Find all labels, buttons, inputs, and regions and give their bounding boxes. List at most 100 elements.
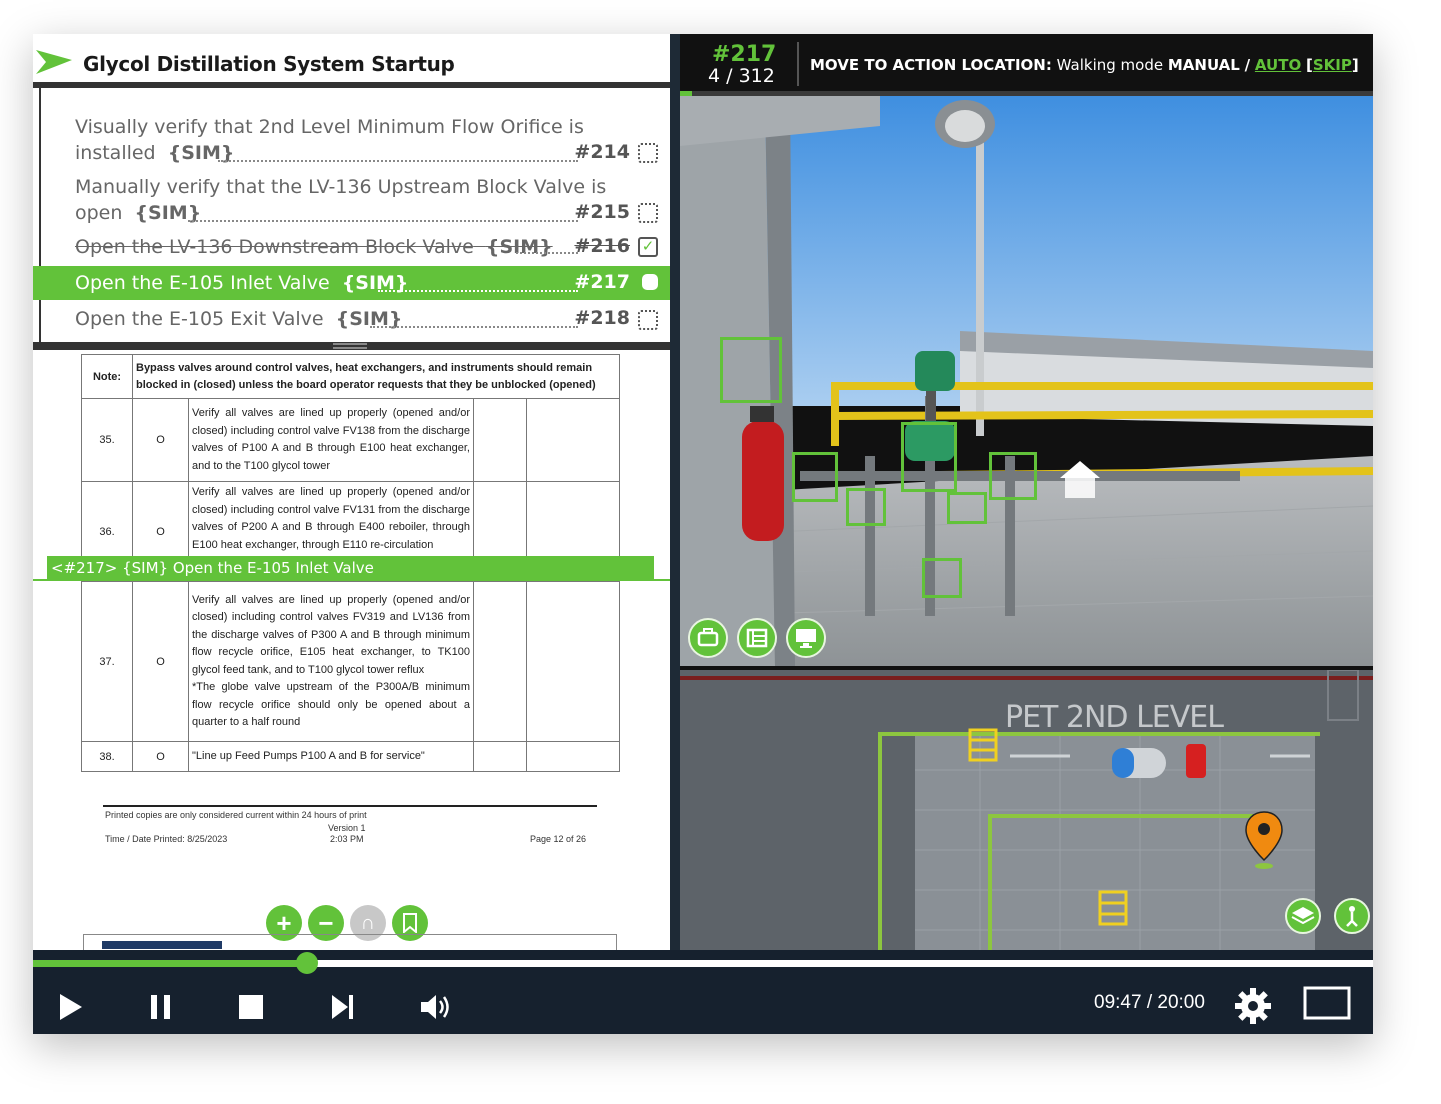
row-blank <box>526 581 620 742</box>
step-item-218[interactable]: Open the E-105 Exit Valve {SIM} #218 <box>33 302 670 336</box>
manual-mode-button[interactable]: MANUAL <box>1168 56 1240 74</box>
seek-handle[interactable] <box>296 952 318 974</box>
table-row: 37. O Verify all valves are lined up pro… <box>81 581 620 742</box>
row-mark: O <box>132 581 189 742</box>
row-text: "Line up Feed Pumps P100 A and B for ser… <box>188 741 474 772</box>
volume-icon[interactable] <box>419 992 453 1022</box>
stop-icon[interactable] <box>237 992 265 1022</box>
play-icon[interactable] <box>57 992 85 1022</box>
step-text-cont: open <box>75 202 123 224</box>
hotspot-control-valve[interactable] <box>901 422 957 492</box>
step-sim-tag: {SIM} <box>485 236 553 258</box>
row-blank <box>526 398 620 482</box>
auto-mode-link[interactable]: AUTO <box>1255 56 1301 74</box>
hotspot-valve[interactable] <box>947 492 987 524</box>
row-text-main: Verify all valves are lined up properly … <box>192 593 470 676</box>
fullscreen-icon[interactable] <box>1303 986 1351 1020</box>
row-number: 37. <box>81 581 133 742</box>
procedure-titlebar: Glycol Distillation System Startup <box>33 38 670 82</box>
list-icon <box>746 628 768 648</box>
row-mark: O <box>132 741 189 772</box>
checked-icon[interactable]: ✓ <box>638 237 658 257</box>
step-number: #214 <box>574 141 630 163</box>
procedure-panel: Glycol Distillation System Startup Visua… <box>33 34 670 950</box>
list-button[interactable] <box>737 618 777 658</box>
row-blank <box>473 581 527 742</box>
table-row: 35. O Verify all valves are lined up pro… <box>81 398 620 482</box>
step-leader-dots <box>193 86 600 88</box>
procedure-document[interactable]: Note: Bypass valves around control valve… <box>33 350 670 950</box>
hotspot-instrument[interactable] <box>720 337 782 403</box>
simulation-header: #217 4 / 312 MOVE TO ACTION LOCATION: Wa… <box>680 34 1373 92</box>
minimap[interactable]: PET 2ND LEVEL <box>680 670 1373 950</box>
row-blank <box>526 741 620 772</box>
step-checkbox[interactable] <box>638 203 658 223</box>
step-item-217-active[interactable]: Open the E-105 Inlet Valve {SIM} #217 <box>33 266 670 300</box>
step-leader-dots <box>378 290 578 292</box>
simulation-panel: #217 4 / 312 MOVE TO ACTION LOCATION: Wa… <box>680 34 1373 950</box>
step-item-214[interactable]: Visually verify that 2nd Level Minimum F… <box>33 112 670 168</box>
footer-rule <box>103 805 597 807</box>
location-pin-icon <box>1245 811 1283 869</box>
step-text: Open the LV-136 Downstream Block Valve <box>75 236 474 258</box>
step-checkbox[interactable] <box>638 310 658 330</box>
layers-button[interactable] <box>1285 898 1321 934</box>
note-label: Note: <box>81 354 133 399</box>
step-counter: 4 / 312 <box>708 65 775 87</box>
hotspot-valve[interactable] <box>989 452 1037 500</box>
panel-splitter[interactable] <box>33 342 670 350</box>
seek-bar[interactable] <box>33 952 1373 974</box>
step-number: #215 <box>574 201 630 223</box>
step-text: Manually verify that the LV-136 Upstream… <box>75 176 607 198</box>
note-text: Bypass valves around control valves, hea… <box>132 354 620 399</box>
layers-icon <box>1291 907 1315 925</box>
row-mark: O <box>132 398 189 482</box>
action-label: MOVE TO ACTION LOCATION: <box>810 56 1052 74</box>
toolbox-button[interactable] <box>688 618 728 658</box>
step-item-partial <box>33 86 670 96</box>
skip-link[interactable]: SKIP <box>1313 56 1352 74</box>
3d-scene-view[interactable] <box>680 96 1373 666</box>
footer-version: Version 1 <box>328 823 366 833</box>
pause-icon[interactable] <box>148 992 174 1022</box>
table-row: 38. O "Line up Feed Pumps P100 A and B f… <box>81 741 620 772</box>
step-leader-dots <box>218 160 578 162</box>
header-separator <box>797 42 799 86</box>
action-instruction: MOVE TO ACTION LOCATION: Walking mode MA… <box>810 56 1359 74</box>
step-text: Visually verify that 2nd Level Minimum F… <box>75 116 584 138</box>
skip-bracket-open: [ <box>1305 56 1313 74</box>
footer-printed-time: 2:03 PM <box>330 834 364 844</box>
step-leader-dots <box>188 220 578 222</box>
current-step-id: #217 <box>712 42 777 67</box>
footer-printed: Time / Date Printed: 8/25/2023 <box>105 834 228 844</box>
hotspot-valve[interactable] <box>922 558 962 598</box>
step-leader-dots <box>370 326 578 328</box>
bookmark-icon <box>403 913 417 933</box>
hotspot-valve[interactable] <box>792 452 838 502</box>
row-blank <box>473 398 527 482</box>
app-window: Glycol Distillation System Startup Visua… <box>33 34 1373 1034</box>
next-page-edge <box>83 934 617 950</box>
step-text: Open the E-105 Inlet Valve <box>75 272 330 294</box>
monitor-button[interactable] <box>786 618 826 658</box>
current-step-banner[interactable]: <#217> {SIM} Open the E-105 Inlet Valve <box>47 556 654 580</box>
row-text: Verify all valves are lined up properly … <box>188 398 474 482</box>
step-item-216[interactable]: Open the LV-136 Downstream Block Valve {… <box>33 232 670 262</box>
step-item-215[interactable]: Manually verify that the LV-136 Upstream… <box>33 172 670 228</box>
step-number: #218 <box>574 307 630 329</box>
mode-label: Walking mode <box>1056 56 1164 74</box>
step-text: Open the E-105 Exit Valve <box>75 308 324 330</box>
row-number: 35. <box>81 398 133 482</box>
step-text-cont: installed <box>75 142 156 164</box>
hotspot-valve[interactable] <box>846 488 886 526</box>
active-step-icon[interactable] <box>642 274 658 290</box>
step-list[interactable]: Visually verify that 2nd Level Minimum F… <box>33 82 670 348</box>
toolbox-icon <box>697 628 719 647</box>
skip-next-icon[interactable] <box>329 992 357 1022</box>
minimap-area-label: PET 2ND LEVEL <box>1005 700 1224 735</box>
navigate-button[interactable] <box>1334 898 1370 934</box>
step-checkbox[interactable] <box>638 143 658 163</box>
brand-logo-icon <box>36 50 72 74</box>
video-control-bar: 09:47 / 20:00 <box>33 950 1373 1034</box>
settings-gear-icon[interactable] <box>1233 986 1273 1026</box>
